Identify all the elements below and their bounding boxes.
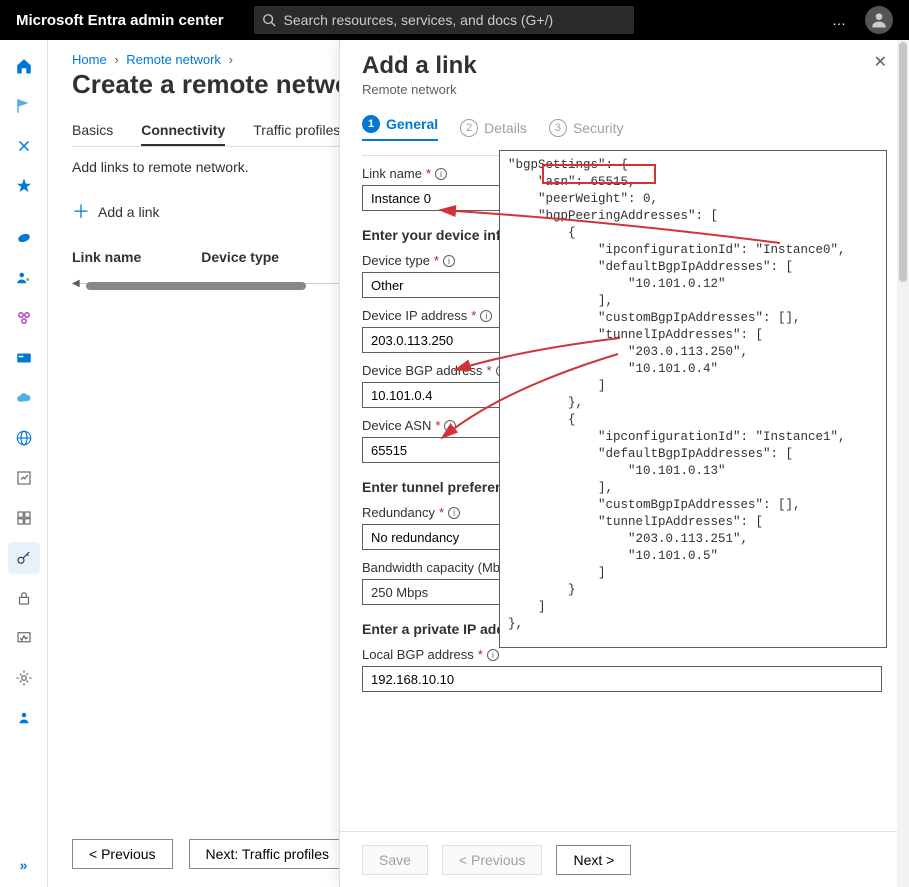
panel-subtitle: Remote network [362, 82, 477, 97]
nav-identity-icon[interactable] [8, 222, 40, 254]
left-nav: » [0, 40, 48, 887]
nav-flag-icon[interactable] [8, 90, 40, 122]
step-security[interactable]: 3Security [549, 115, 624, 141]
plus-icon: ＋ [72, 203, 90, 221]
col-link-name: Link name [72, 249, 141, 265]
nav-cloud-icon[interactable] [8, 382, 40, 414]
panel-title: Add a link [362, 52, 477, 80]
add-link-panel: Add a link Remote network ✕ 1General 2De… [339, 40, 909, 887]
panel-previous-button[interactable]: < Previous [442, 845, 543, 875]
nav-card-icon[interactable] [8, 342, 40, 374]
info-icon[interactable]: i [435, 168, 447, 180]
tab-basics[interactable]: Basics [72, 116, 113, 146]
nav-collapse-icon[interactable]: » [8, 849, 40, 881]
breadcrumb-home[interactable]: Home [72, 52, 107, 67]
nav-person2-icon[interactable] [8, 702, 40, 734]
info-icon[interactable]: i [448, 507, 460, 519]
next-traffic-button[interactable]: Next: Traffic profiles [189, 839, 346, 869]
local-bgp-input[interactable] [362, 666, 882, 692]
main-footer-buttons: < Previous Next: Traffic profiles [72, 839, 346, 869]
col-device-type: Device type [201, 249, 279, 265]
json-overlay: "bgpSettings": { "asn": 65515, "peerWeig… [499, 150, 887, 648]
nav-users-icon[interactable] [8, 262, 40, 294]
info-icon[interactable]: i [487, 649, 499, 661]
panel-footer: Save < Previous Next > [340, 831, 909, 887]
panel-next-button[interactable]: Next > [556, 845, 631, 875]
panel-save-button[interactable]: Save [362, 845, 428, 875]
search-box[interactable]: Search resources, services, and docs (G+… [254, 6, 634, 34]
label-local-bgp: Local BGP address * i [362, 647, 887, 662]
nav-chart-icon[interactable] [8, 462, 40, 494]
close-icon[interactable]: ✕ [874, 52, 887, 72]
info-icon[interactable]: i [480, 310, 492, 322]
search-icon [262, 13, 276, 27]
info-icon[interactable]: i [443, 255, 455, 267]
add-link-label: Add a link [98, 204, 159, 220]
nav-home-icon[interactable] [8, 50, 40, 82]
previous-button[interactable]: < Previous [72, 839, 173, 869]
nav-groups-icon[interactable] [8, 302, 40, 334]
panel-scrollbar[interactable] [897, 40, 909, 887]
info-icon[interactable]: i [444, 420, 456, 432]
tab-connectivity[interactable]: Connectivity [141, 116, 225, 146]
panel-steps: 1General 2Details 3Security [362, 115, 887, 141]
breadcrumb-remote[interactable]: Remote network [126, 52, 221, 67]
avatar[interactable] [865, 6, 893, 34]
more-icon[interactable]: … [832, 12, 849, 28]
nav-star-icon[interactable] [8, 170, 40, 202]
red-highlight-box [542, 164, 656, 184]
tab-traffic[interactable]: Traffic profiles [253, 116, 340, 146]
nav-globe-icon[interactable] [8, 422, 40, 454]
brand-text: Microsoft Entra admin center [16, 12, 224, 29]
nav-lock-icon[interactable] [8, 582, 40, 614]
search-placeholder: Search resources, services, and docs (G+… [284, 12, 554, 28]
step-general[interactable]: 1General [362, 115, 438, 141]
nav-tools-icon[interactable] [8, 130, 40, 162]
person-icon [869, 10, 889, 30]
nav-key-icon[interactable] [8, 542, 40, 574]
top-bar: Microsoft Entra admin center Search reso… [0, 0, 909, 40]
step-details[interactable]: 2Details [460, 115, 527, 141]
nav-grid-icon[interactable] [8, 502, 40, 534]
nav-settings-icon[interactable] [8, 662, 40, 694]
nav-monitor-icon[interactable] [8, 622, 40, 654]
